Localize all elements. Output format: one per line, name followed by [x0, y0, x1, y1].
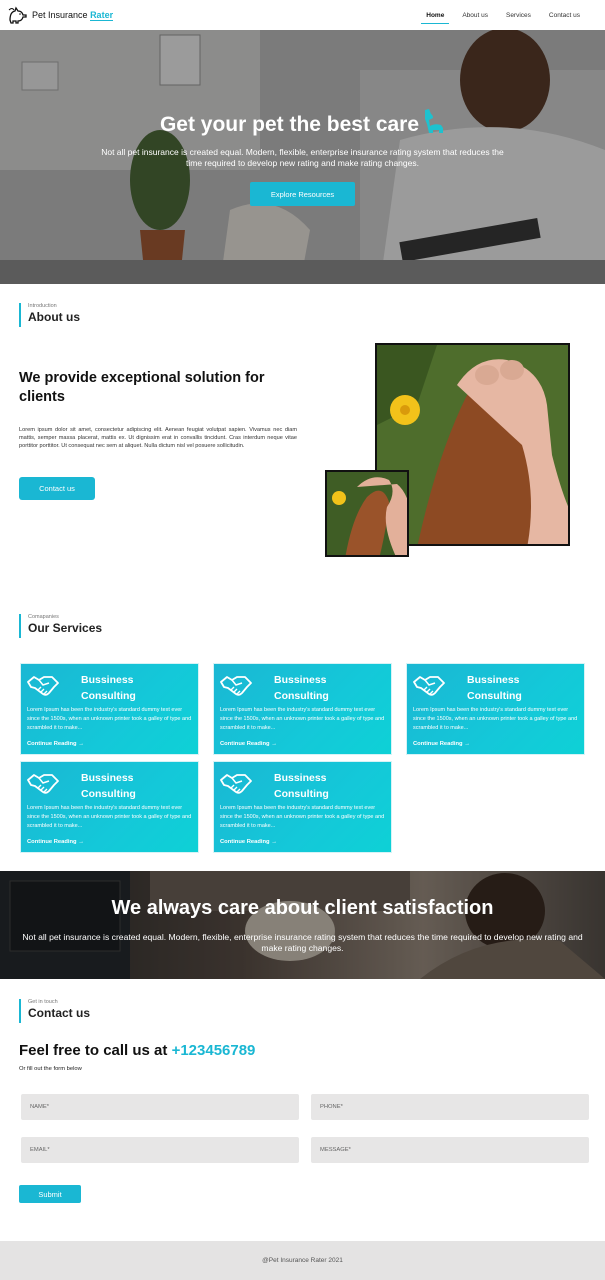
continue-reading-link[interactable]: Continue Reading → [220, 839, 277, 845]
paw-touch-photo [325, 470, 409, 557]
nav-link-home[interactable]: Home [417, 0, 453, 30]
handshake-icon [27, 774, 59, 794]
service-card-title-line1: Bussiness [467, 674, 520, 686]
handshake-icon [220, 676, 252, 696]
hero: Get your pet the best care Not all pet i… [0, 30, 605, 284]
contact-section-header: Get in touch Contact us [19, 999, 90, 1023]
nav-link-services[interactable]: Services [497, 0, 540, 30]
service-card[interactable]: Bussiness Consulting Lorem Ipsum has been… [213, 663, 392, 755]
about-kicker: Introduction [28, 303, 57, 309]
service-card-text: Lorem Ipsum has been the industry's stan… [220, 805, 385, 829]
service-card-title-line2: Consulting [274, 690, 329, 702]
contact-title: Contact us [28, 1006, 91, 1020]
service-card[interactable]: Bussiness Consulting Lorem Ipsum has been… [20, 663, 199, 755]
contact-heading: Feel free to call us at +123456789 [19, 1042, 255, 1059]
services-title: Our Services [28, 621, 103, 635]
name-field[interactable]: NAME* [21, 1094, 299, 1120]
brand[interactable]: Pet Insurance Rater [8, 6, 114, 24]
hero-subtitle: Not all pet insurance is created equal. … [101, 147, 504, 168]
service-card-text: Lorem Ipsum has been the industry's stan… [220, 707, 385, 731]
top-nav: Pet Insurance Rater Home About us Servic… [0, 0, 605, 30]
dog-icon [425, 109, 444, 133]
contact-subtext: Or fill out the form below [19, 1066, 82, 1072]
about-body: Lorem ipsum dolor sit amet, consectetur … [19, 427, 297, 449]
explore-resources-button[interactable]: Explore Resources [250, 182, 355, 206]
services-section-header: Comapanies Our Services [19, 614, 102, 638]
page: Pet Insurance Rater Home About us Servic… [0, 0, 605, 1280]
service-card-title: Bussiness Consulting [274, 672, 384, 704]
brand-prefix: Pet Insurance [32, 10, 88, 20]
continue-reading-link[interactable]: Continue Reading → [220, 741, 277, 747]
contact-heading-prefix: Feel free to call us at [19, 1042, 168, 1059]
services-kicker: Comapanies [28, 614, 59, 620]
satisfaction-subtitle: Not all pet insurance is created equal. … [22, 932, 583, 953]
handshake-icon [413, 676, 445, 696]
satisfaction-title: We always care about client satisfaction [111, 897, 494, 919]
brand-accent: Rater [90, 10, 114, 21]
service-card-title-line1: Bussiness [274, 772, 327, 784]
submit-button[interactable]: Submit [19, 1185, 81, 1203]
contact-us-button[interactable]: Contact us [19, 477, 95, 500]
service-card-text: Lorem Ipsum has been the industry's stan… [413, 707, 578, 731]
paw-touch-image [327, 472, 407, 555]
service-card-title: Bussiness Consulting [274, 770, 384, 802]
service-card-title-line1: Bussiness [81, 674, 134, 686]
service-card-title-line2: Consulting [81, 690, 136, 702]
service-card-title: Bussiness Consulting [81, 672, 191, 704]
phone-field[interactable]: PHONE* [311, 1094, 589, 1120]
hero-title: Get your pet the best care [0, 108, 605, 137]
service-card-title-line2: Consulting [81, 788, 136, 800]
service-card[interactable]: Bussiness Consulting Lorem Ipsum has been… [213, 761, 392, 853]
about-title: About us [28, 310, 80, 324]
message-field[interactable]: MESSAGE* [311, 1137, 589, 1163]
service-card[interactable]: Bussiness Consulting Lorem Ipsum has been… [20, 761, 199, 853]
continue-reading-link[interactable]: Continue Reading → [27, 839, 84, 845]
nav-link-about[interactable]: About us [453, 0, 497, 30]
continue-reading-link[interactable]: Continue Reading → [27, 741, 84, 747]
brand-name: Pet Insurance Rater [32, 10, 114, 21]
continue-reading-link[interactable]: Continue Reading → [413, 741, 470, 747]
contact-kicker: Get in touch [28, 999, 58, 1005]
satisfaction-overlay [0, 871, 605, 979]
service-card-title: Bussiness Consulting [81, 770, 191, 802]
service-card-text: Lorem Ipsum has been the industry's stan… [27, 707, 192, 731]
service-card-text: Lorem Ipsum has been the industry's stan… [27, 805, 192, 829]
hero-title-text: Get your pet the best care [159, 113, 420, 136]
satisfaction-banner: We always care about client satisfaction… [0, 871, 605, 979]
service-card-title-line2: Consulting [274, 788, 329, 800]
footer-text: @Pet Insurance Rater 2021 [262, 1257, 343, 1264]
service-card-title-line1: Bussiness [81, 772, 134, 784]
service-card[interactable]: Bussiness Consulting Lorem Ipsum has been… [406, 663, 585, 755]
nav-links: Home About us Services Contact us [417, 0, 589, 30]
footer: @Pet Insurance Rater 2021 [0, 1241, 605, 1280]
contact-phone[interactable]: +123456789 [172, 1042, 256, 1059]
about-section-header: Introduction About us [19, 303, 80, 327]
nav-link-contact[interactable]: Contact us [540, 0, 589, 30]
service-card-title-line2: Consulting [467, 690, 522, 702]
email-field[interactable]: EMAIL* [21, 1137, 299, 1163]
handshake-icon [27, 676, 59, 696]
service-card-title: Bussiness Consulting [467, 672, 577, 704]
handshake-icon [220, 774, 252, 794]
dog-cat-logo-icon [8, 6, 27, 24]
about-heading: We provide exceptional solution for clie… [19, 370, 265, 405]
service-card-title-line1: Bussiness [274, 674, 327, 686]
